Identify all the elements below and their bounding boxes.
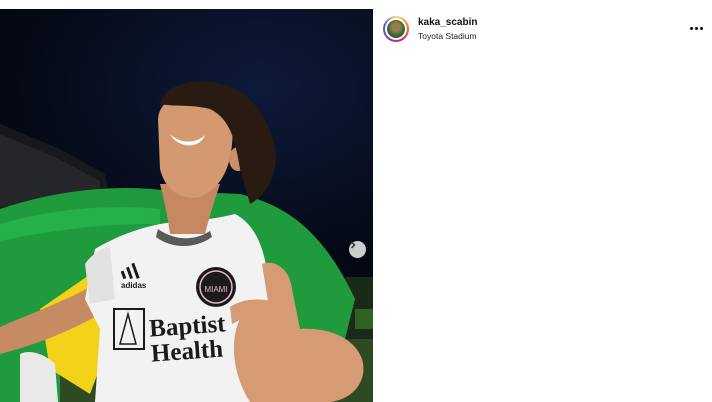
avatar-image bbox=[387, 20, 405, 38]
more-options-button[interactable] bbox=[689, 21, 703, 35]
jersey-sponsor-text: Baptist Health bbox=[148, 310, 228, 368]
post-frame: MIAMI adidas Baptist Health kaka_scabin … bbox=[0, 0, 712, 402]
sponsor-line-2: Health bbox=[150, 335, 224, 368]
post-photo[interactable]: MIAMI adidas Baptist Health bbox=[0, 9, 373, 402]
next-photo-button[interactable] bbox=[349, 241, 366, 258]
post-header: kaka_scabin Toyota Stadium bbox=[373, 9, 712, 49]
chevron-right-icon bbox=[350, 241, 356, 249]
more-options-icon bbox=[689, 26, 693, 30]
svg-text:adidas: adidas bbox=[121, 281, 147, 290]
avatar[interactable] bbox=[385, 18, 407, 40]
post-username[interactable]: kaka_scabin bbox=[418, 17, 478, 28]
avatar-story-ring[interactable] bbox=[383, 16, 409, 42]
more-options-icon bbox=[699, 26, 703, 30]
post-location[interactable]: Toyota Stadium bbox=[418, 31, 477, 41]
svg-text:MIAMI: MIAMI bbox=[204, 285, 227, 294]
more-options-icon bbox=[694, 26, 698, 30]
